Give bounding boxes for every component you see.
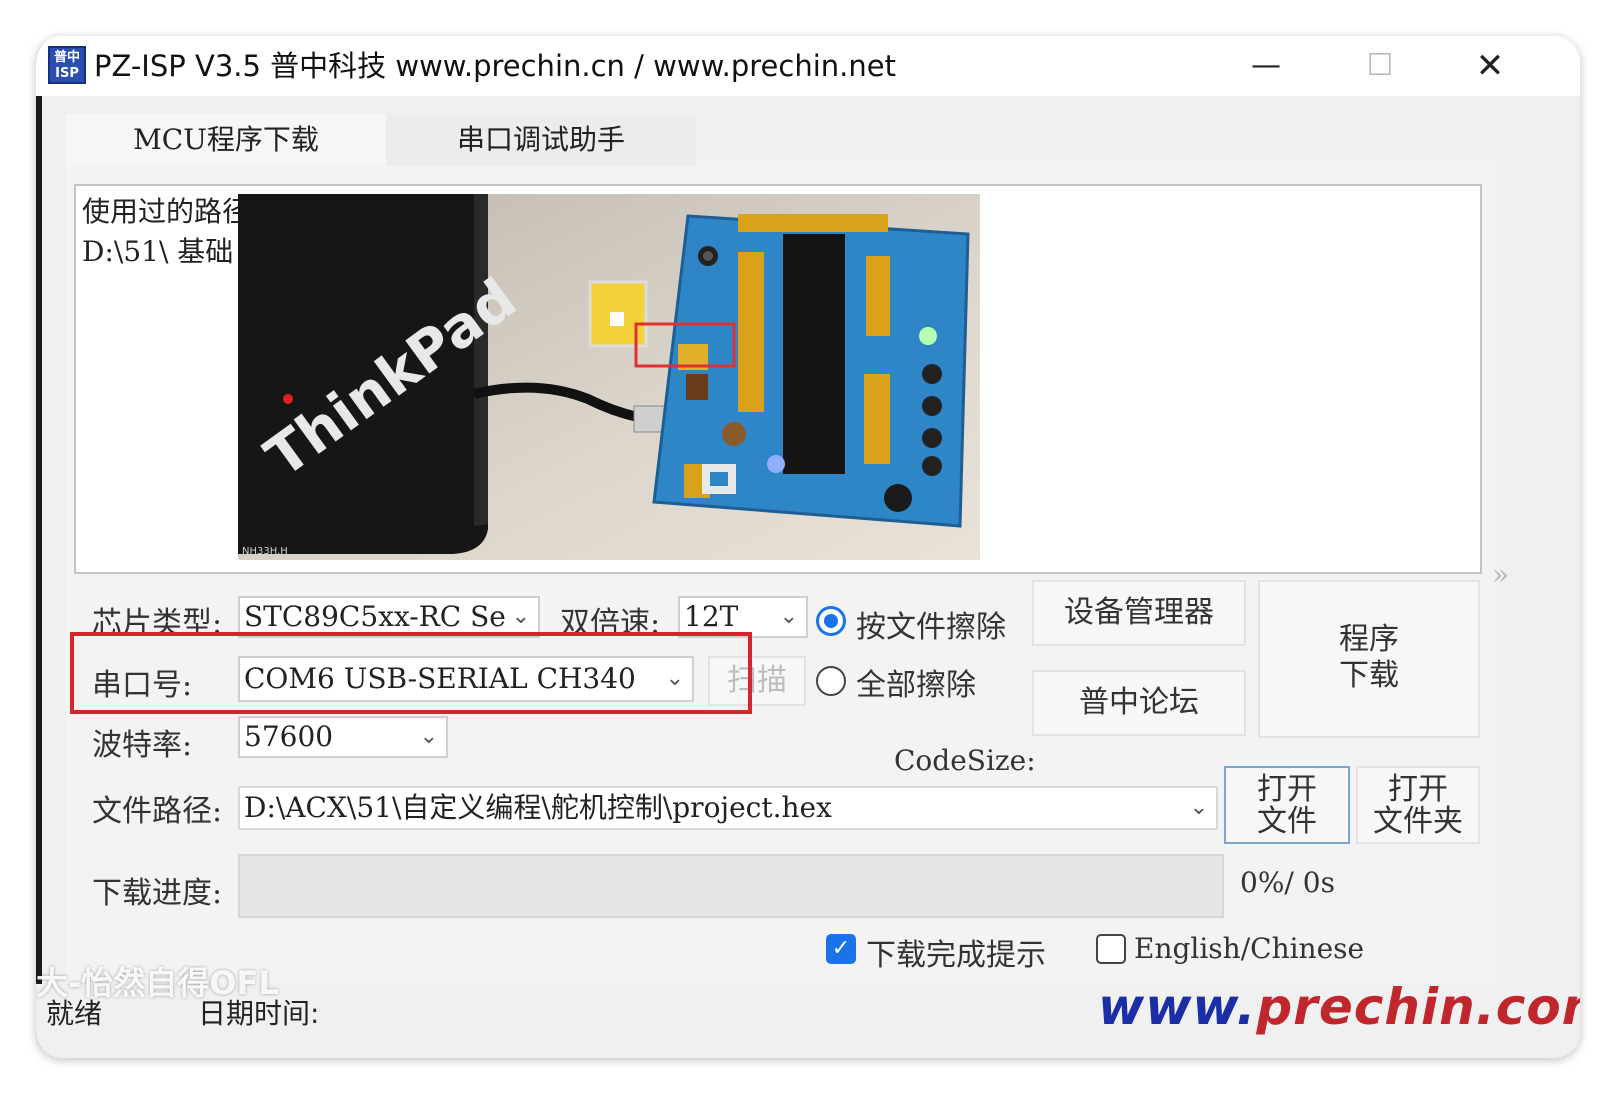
open-folder-line1: 打开 xyxy=(1388,772,1448,807)
code-size-label: CodeSize: xyxy=(894,744,1036,777)
app-window: 普中ISP PZ-ISP V3.5 普中科技 www.prechin.cn / … xyxy=(36,36,1580,1058)
dev-board-photo: ThinkPad NH33H.H xyxy=(238,194,980,560)
device-manager-button[interactable]: 设备管理器 xyxy=(1032,580,1246,646)
file-path-label: 文件路径: xyxy=(92,794,223,829)
program-download-line1: 程序 xyxy=(1339,622,1399,657)
download-complete-label[interactable]: 下载完成提示 xyxy=(866,930,1046,974)
title-bar: 普中ISP PZ-ISP V3.5 普中科技 www.prechin.cn / … xyxy=(36,36,1580,96)
program-download-button[interactable]: 程序 下载 xyxy=(1258,580,1480,738)
progress-text: 0%/ 0s xyxy=(1240,866,1335,899)
baud-rate-select[interactable]: 57600 ⌄ xyxy=(238,716,448,758)
log-line: 使用过的路径 xyxy=(82,195,251,228)
chevron-down-icon: ⌄ xyxy=(1189,795,1208,820)
file-path-value: D:\ACX\51\自定义编程\舵机控制\project.hex xyxy=(244,791,832,824)
baud-rate-value: 57600 xyxy=(244,720,334,753)
serial-port-highlight-box xyxy=(70,632,752,714)
maximize-button[interactable]: ☐ xyxy=(1350,44,1410,88)
window-title: PZ-ISP V3.5 普中科技 www.prechin.cn / www.pr… xyxy=(94,49,896,83)
open-file-line2: 文件 xyxy=(1257,804,1317,839)
tab-serial-assistant[interactable]: 串口调试助手 xyxy=(386,114,696,166)
download-progress-label: 下载进度: xyxy=(92,876,223,911)
chip-type-value: STC89C5xx-RC Se xyxy=(244,600,506,633)
status-datetime-label: 日期时间: xyxy=(198,997,320,1030)
laptop-badge-text: NH33H.H xyxy=(242,546,288,557)
open-file-button[interactable]: 打开 文件 xyxy=(1224,766,1350,844)
brand-url-prefix: www. xyxy=(1098,978,1257,1036)
open-folder-button[interactable]: 打开 文件夹 xyxy=(1356,766,1480,844)
status-ready-text: 就绪 xyxy=(46,997,103,1030)
baud-rate-label: 波特率: xyxy=(92,728,193,763)
erase-by-file-label[interactable]: 按文件擦除 xyxy=(856,602,1006,646)
close-button[interactable]: ✕ xyxy=(1460,44,1520,88)
brand-url-domain: prechin.com xyxy=(1256,978,1580,1036)
erase-all-label[interactable]: 全部擦除 xyxy=(856,660,976,704)
log-line: D:\51\ 基础 xyxy=(82,235,234,268)
embedded-photo: ThinkPad NH33H.H xyxy=(238,194,980,560)
erase-all-radio[interactable] xyxy=(816,666,846,696)
minimize-button[interactable]: — xyxy=(1236,44,1296,88)
open-folder-line2: 文件夹 xyxy=(1373,804,1463,839)
erase-by-file-radio[interactable] xyxy=(816,606,846,636)
download-progress-bar xyxy=(238,854,1224,918)
window-shadow-edge xyxy=(36,36,42,1058)
english-chinese-checkbox[interactable] xyxy=(1096,934,1126,964)
file-path-select[interactable]: D:\ACX\51\自定义编程\舵机控制\project.hex ⌄ xyxy=(238,786,1218,830)
program-download-line2: 下载 xyxy=(1339,658,1399,693)
chevron-down-icon: ⌄ xyxy=(419,724,438,749)
english-chinese-label[interactable]: English/Chinese xyxy=(1134,932,1364,965)
download-complete-checkbox[interactable]: ✓ xyxy=(826,934,856,964)
tab-mcu-download[interactable]: MCU程序下载 xyxy=(66,114,386,166)
brand-url-logo: www.prechin.com xyxy=(1098,978,1580,1036)
app-icon: 普中ISP xyxy=(48,46,86,84)
open-file-line1: 打开 xyxy=(1257,772,1317,807)
chevron-down-icon: ⌄ xyxy=(779,604,798,629)
forum-button[interactable]: 普中论坛 xyxy=(1032,670,1246,736)
expand-panel-arrows[interactable]: » xyxy=(1492,558,1509,591)
chevron-down-icon: ⌄ xyxy=(511,604,530,629)
double-speed-value: 12T xyxy=(684,600,739,633)
